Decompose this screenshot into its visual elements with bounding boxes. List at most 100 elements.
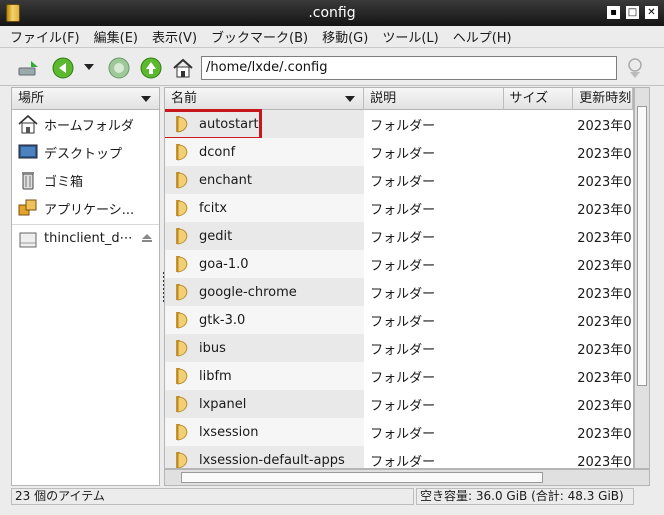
file-modified: 2023年0 xyxy=(577,146,632,162)
sidebar-item-home[interactable]: ホームフォルダ xyxy=(12,110,159,138)
file-name: gtk-3.0 xyxy=(199,312,246,328)
folder-icon xyxy=(176,144,188,161)
places-header-label: 場所 xyxy=(18,91,45,106)
column-description-label: 説明 xyxy=(370,91,397,106)
file-row[interactable]: goa-1.0 フォルダー 2023年0 xyxy=(165,250,633,278)
file-name-cell[interactable]: goa-1.0 xyxy=(165,250,365,278)
file-modified: 2023年0 xyxy=(577,454,632,469)
file-description: フォルダー xyxy=(370,398,436,414)
file-name-cell[interactable]: fcitx xyxy=(165,194,365,222)
trash-icon xyxy=(22,172,34,190)
file-name: fcitx xyxy=(199,200,228,216)
title-bar[interactable]: .config ▪ □ ✕ xyxy=(0,0,664,26)
file-name-cell[interactable]: ibus xyxy=(165,334,365,362)
menu-view[interactable]: 表示(V) xyxy=(152,27,197,46)
file-name-cell[interactable]: lxpanel xyxy=(165,390,365,418)
file-row[interactable]: google-chrome フォルダー 2023年0 xyxy=(165,278,633,306)
file-row[interactable]: ibus フォルダー 2023年0 xyxy=(165,334,633,362)
column-name-label: 名前 xyxy=(171,91,198,106)
file-description: フォルダー xyxy=(370,174,436,190)
file-modified: 2023年0 xyxy=(577,426,632,442)
back-icon[interactable] xyxy=(52,57,74,79)
places-pane: 場所 ホームフォルダ デスクトップ ゴミ箱 アプリケーシ... thinclie… xyxy=(11,87,160,486)
file-name-cell[interactable]: enchant xyxy=(165,166,365,194)
folder-icon xyxy=(176,284,188,301)
file-name-cell[interactable]: autostart xyxy=(165,110,365,138)
go-icon[interactable] xyxy=(624,56,646,80)
column-modified[interactable]: 更新時刻 xyxy=(573,88,633,110)
sidebar-item-trash[interactable]: ゴミ箱 xyxy=(12,166,159,194)
sidebar-item-label: デスクトップ xyxy=(44,146,123,162)
file-row[interactable]: autostart フォルダー 2023年0 xyxy=(165,109,633,140)
column-name[interactable]: 名前 xyxy=(165,88,365,110)
sidebar-item-applications[interactable]: アプリケーシ... xyxy=(12,194,159,222)
file-description: フォルダー xyxy=(370,258,436,274)
minimize-button[interactable]: ▪ xyxy=(607,6,620,19)
menu-tools[interactable]: ツール(L) xyxy=(382,27,438,46)
file-modified: 2023年0 xyxy=(577,230,632,246)
vertical-scroll-thumb[interactable] xyxy=(637,106,647,386)
file-row[interactable]: lxsession フォルダー 2023年0 xyxy=(165,418,633,446)
sidebar-item-thinclient-drive[interactable]: thinclient_d⋯ xyxy=(12,224,159,252)
file-modified: 2023年0 xyxy=(577,370,632,386)
file-row[interactable]: libfm フォルダー 2023年0 xyxy=(165,362,633,390)
file-description: フォルダー xyxy=(370,454,436,469)
parent-folder-icon[interactable] xyxy=(140,57,162,79)
column-description[interactable]: 説明 xyxy=(364,88,504,110)
file-row[interactable]: gedit フォルダー 2023年0 xyxy=(165,222,633,250)
item-count: 23 個のアイテム xyxy=(11,488,414,505)
file-row[interactable]: enchant フォルダー 2023年0 xyxy=(165,166,633,194)
file-name-cell[interactable]: gtk-3.0 xyxy=(165,306,365,334)
file-row[interactable]: fcitx フォルダー 2023年0 xyxy=(165,194,633,222)
file-name-cell[interactable]: gedit xyxy=(165,222,365,250)
file-row[interactable]: gtk-3.0 フォルダー 2023年0 xyxy=(165,306,633,334)
file-name-cell[interactable]: lxsession xyxy=(165,418,365,446)
column-size-label: サイズ xyxy=(509,91,549,106)
file-description: フォルダー xyxy=(370,118,436,134)
forward-icon[interactable] xyxy=(108,57,130,79)
column-modified-label: 更新時刻 xyxy=(579,91,632,106)
file-row[interactable]: lxpanel フォルダー 2023年0 xyxy=(165,390,633,418)
maximize-button[interactable]: □ xyxy=(626,6,639,19)
horizontal-scrollbar[interactable] xyxy=(164,469,650,486)
menu-edit[interactable]: 編集(E) xyxy=(94,27,138,46)
new-tab-icon[interactable] xyxy=(18,60,40,76)
file-name-cell[interactable]: google-chrome xyxy=(165,278,365,306)
sidebar-item-label: thinclient_d⋯ xyxy=(44,231,133,246)
folder-icon xyxy=(176,312,188,329)
chevron-down-icon[interactable] xyxy=(141,96,151,102)
home-icon[interactable] xyxy=(172,57,194,79)
file-name: lxsession-default-apps xyxy=(199,452,345,468)
file-name-cell[interactable]: lxsession-default-apps xyxy=(165,446,365,468)
file-name-cell[interactable]: dconf xyxy=(165,138,365,166)
column-size[interactable]: サイズ xyxy=(504,88,574,110)
places-header[interactable]: 場所 xyxy=(12,88,159,110)
file-row[interactable]: lxsession-default-apps フォルダー 2023年0 xyxy=(165,446,633,469)
sidebar-item-desktop[interactable]: デスクトップ xyxy=(12,138,159,166)
file-modified: 2023年0 xyxy=(577,314,632,330)
folder-icon xyxy=(176,116,188,133)
file-row[interactable]: dconf フォルダー 2023年0 xyxy=(165,138,633,166)
menu-help[interactable]: ヘルプ(H) xyxy=(453,27,512,46)
file-name-cell[interactable]: libfm xyxy=(165,362,365,390)
sidebar-item-label: ホームフォルダ xyxy=(44,118,134,134)
menu-file[interactable]: ファイル(F) xyxy=(10,27,80,46)
sidebar-item-label: アプリケーシ... xyxy=(44,202,135,218)
folder-icon xyxy=(176,228,188,245)
file-modified: 2023年0 xyxy=(577,286,632,302)
file-description: フォルダー xyxy=(370,342,436,358)
close-button[interactable]: ✕ xyxy=(645,6,658,19)
sort-arrow-icon xyxy=(345,96,356,102)
file-list-header: 名前 説明 サイズ 更新時刻 xyxy=(165,88,633,110)
horizontal-scroll-thumb[interactable] xyxy=(181,472,543,483)
menu-bookmarks[interactable]: ブックマーク(B) xyxy=(211,27,308,46)
file-description: フォルダー xyxy=(370,286,436,302)
location-bar[interactable]: /home/lxde/.config xyxy=(201,56,617,80)
vertical-scrollbar[interactable] xyxy=(634,87,650,469)
history-dropdown-icon[interactable] xyxy=(84,64,94,72)
file-modified: 2023年0 xyxy=(577,118,632,134)
file-name: autostart xyxy=(199,116,259,132)
menu-go[interactable]: 移動(G) xyxy=(322,27,368,46)
eject-icon[interactable] xyxy=(141,233,153,243)
file-name: gedit xyxy=(199,228,233,244)
